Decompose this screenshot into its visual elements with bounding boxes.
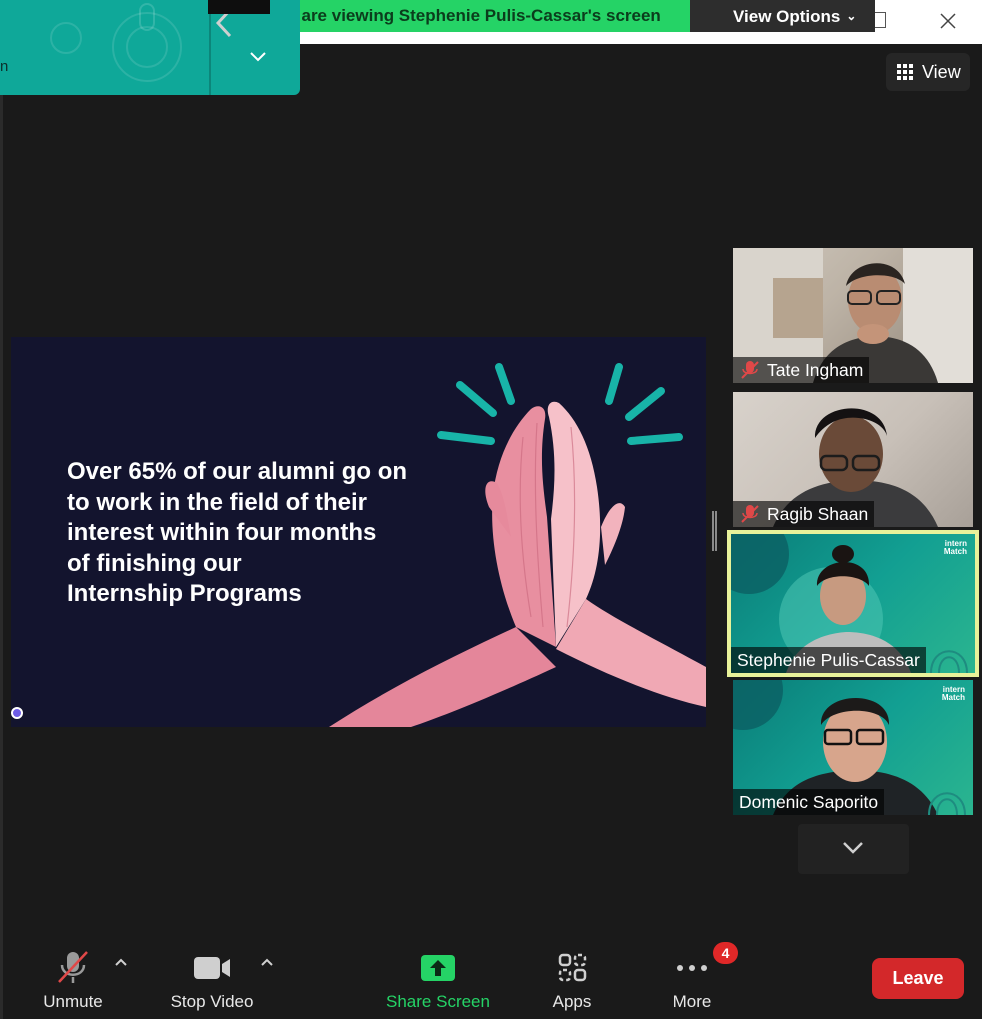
share-screen-icon — [421, 955, 455, 981]
chevron-down-icon[interactable] — [248, 50, 268, 64]
floating-meeting-panel[interactable]: n — [0, 0, 300, 95]
gallery-scroll-down-button[interactable] — [798, 824, 909, 874]
slide-line: interest within four months — [67, 519, 377, 546]
annotation-indicator-icon[interactable] — [11, 707, 23, 719]
apps-icon — [558, 953, 587, 982]
participant-name: Stephenie Pulis-Cassar — [737, 650, 920, 670]
muted-microphone-icon — [58, 951, 88, 983]
stop-video-label: Stop Video — [170, 992, 254, 1011]
slide-line: to work in the field of their — [67, 488, 367, 516]
notification-badge: 4 — [713, 942, 738, 964]
screen-share-banner: ou are viewing Stephenie Pulis-Cassar's … — [270, 0, 690, 32]
microphone-icon — [139, 3, 155, 31]
window-close-icon[interactable] — [933, 6, 963, 36]
participant-tile-active-speaker[interactable]: intern Match Stephenie Pulis-Cassar — [727, 530, 979, 677]
more-dots-icon — [677, 965, 707, 971]
share-screen-label: Share Screen — [386, 992, 490, 1011]
shared-screen-slide: Over 65% of our alumni go on to work in … — [11, 337, 706, 727]
view-layout-button[interactable]: View — [886, 53, 970, 91]
chevron-down-icon — [843, 842, 863, 854]
share-screen-button[interactable]: Share Screen — [380, 940, 496, 1018]
participant-tile[interactable]: intern Match Domenic Saporito — [733, 680, 973, 815]
view-button-label: View — [922, 62, 961, 82]
slide-line: of finishing our — [67, 549, 242, 577]
zoom-meeting-window: ou are viewing Stephenie Pulis-Cassar's … — [0, 0, 982, 1019]
participant-name-tag: Ragib Shaan — [733, 501, 875, 527]
participant-tile[interactable]: Ragib Shaan — [733, 392, 973, 527]
video-options-caret-icon[interactable] — [259, 956, 275, 968]
view-options-label: View Options — [733, 7, 841, 26]
participant-name: Ragib Shaan — [767, 504, 869, 524]
decorative-circle — [50, 22, 82, 54]
muted-microphone-icon — [741, 361, 759, 379]
intern-match-logo: intern Match — [943, 539, 967, 556]
muted-microphone-icon — [741, 505, 759, 523]
stop-video-button[interactable]: Stop Video — [160, 940, 264, 1018]
panel-fragment-text: n — [0, 58, 9, 75]
split-view-drag-handle[interactable] — [712, 511, 717, 551]
panel-top-stub — [208, 0, 270, 14]
window-maximize-icon[interactable] — [874, 12, 886, 28]
unmute-label: Unmute — [43, 992, 103, 1011]
participant-name-tag: Domenic Saporito — [733, 789, 885, 815]
video-camera-icon — [194, 957, 230, 979]
grid-icon — [897, 64, 913, 80]
slide-line: Internship Programs — [67, 580, 302, 607]
slide-text: Over 65% of our alumni go on to work in … — [67, 457, 467, 610]
participant-name: Tate Ingham — [767, 360, 864, 380]
apps-button[interactable]: Apps — [540, 940, 604, 1018]
leave-button[interactable]: Leave — [872, 958, 964, 999]
more-label: More — [672, 992, 712, 1011]
apps-label: Apps — [552, 992, 592, 1011]
slide-line: Over 65% of our alumni go on — [67, 458, 408, 485]
participant-name-tag: Tate Ingham — [733, 357, 870, 383]
left-window-edge — [0, 95, 3, 1019]
participant-name-tag: Stephenie Pulis-Cassar — [731, 647, 926, 673]
audio-options-caret-icon[interactable] — [113, 956, 129, 968]
participant-name: Domenic Saporito — [739, 792, 879, 812]
chevron-down-icon: ⌄ — [846, 9, 857, 23]
participant-tile[interactable]: Tate Ingham — [733, 248, 973, 383]
view-options-button[interactable]: View Options ⌄ — [690, 0, 875, 32]
unmute-button[interactable]: Unmute — [28, 940, 118, 1018]
intern-match-logo: intern Match — [941, 685, 965, 702]
